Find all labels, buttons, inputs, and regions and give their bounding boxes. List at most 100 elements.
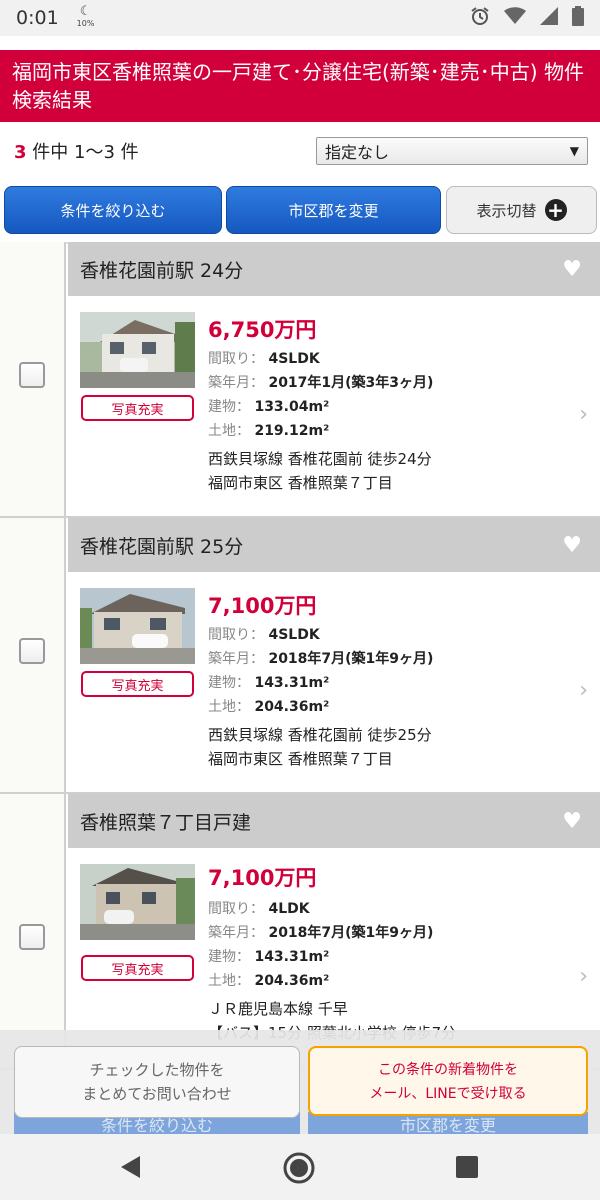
- favorite-heart-icon[interactable]: ♥: [562, 259, 582, 281]
- battery-saver-text: 10%: [76, 19, 95, 28]
- listing-header[interactable]: 香椎照葉７丁目戸建 ♥: [68, 794, 600, 848]
- listing-item[interactable]: 香椎花園前駅 25分 ♥ 写真充実 7,100万円 間取り： 4SLDK 築年月…: [0, 518, 600, 794]
- result-count-suffix: 件中 1〜3 件: [32, 142, 139, 163]
- recents-icon[interactable]: [456, 1156, 478, 1182]
- photo-rich-badge: 写真充実: [81, 671, 194, 697]
- action-buttons: 条件を絞り込む 市区郡を変更 表示切替 +: [0, 186, 600, 236]
- listing-price: 7,100万円: [208, 594, 317, 618]
- bulk-inquiry-line2: まとめてお問い合わせ: [82, 1085, 232, 1103]
- listing-built: 築年月： 2018年7月(築1年9ヶ月): [208, 648, 433, 668]
- listing-item[interactable]: 香椎照葉７丁目戸建 ♥ 写真充実 7,100万円 間取り： 4LDK 築年月： …: [0, 794, 600, 1070]
- listing-checkbox[interactable]: [19, 638, 45, 664]
- bulk-inquiry-button[interactable]: チェックした物件を まとめてお問い合わせ: [14, 1046, 300, 1118]
- change-area-button[interactable]: 市区郡を変更: [226, 186, 441, 234]
- built-label: 築年月：: [208, 375, 264, 391]
- listing-photo[interactable]: [80, 864, 195, 940]
- status-time: 0:01: [16, 7, 59, 29]
- back-icon[interactable]: [118, 1154, 144, 1184]
- listing-header[interactable]: 香椎花園前駅 24分 ♥: [68, 242, 600, 296]
- layout-value: 4SLDK: [268, 627, 320, 643]
- wifi-icon: [504, 6, 526, 30]
- layout-label: 間取り：: [208, 901, 264, 917]
- building-label: 建物：: [208, 675, 250, 691]
- bulk-inquiry-line1: チェックした物件を: [89, 1061, 225, 1079]
- refine-button[interactable]: 条件を絞り込む: [4, 186, 222, 234]
- sort-select-value: 指定なし: [325, 143, 390, 162]
- listing-checkbox[interactable]: [19, 362, 45, 388]
- checkbox-column: [0, 794, 66, 1068]
- page-title: 福岡市東区香椎照葉の一戸建て･分譲住宅(新築･建売･中古) 物件検索結果: [0, 50, 600, 122]
- status-icons: [470, 5, 584, 31]
- photo-rich-badge: 写真充実: [81, 955, 194, 981]
- land-label: 土地：: [208, 699, 250, 715]
- building-label: 建物：: [208, 399, 250, 415]
- battery-saver-indicator: ☾ 10%: [76, 4, 95, 30]
- listing-built: 築年月： 2017年1月(築3年3ヶ月): [208, 372, 433, 392]
- result-count-number: 3: [14, 142, 27, 163]
- system-nav-bar: [0, 1134, 600, 1200]
- home-icon[interactable]: [282, 1151, 316, 1189]
- land-value: 204.36m²: [254, 973, 330, 989]
- building-value: 133.04m²: [254, 399, 330, 415]
- signal-icon: [540, 6, 558, 30]
- listing-built: 築年月： 2018年7月(築1年9ヶ月): [208, 922, 433, 942]
- chevron-right-icon[interactable]: ›: [579, 402, 588, 427]
- layout-label: 間取り：: [208, 351, 264, 367]
- building-value: 143.31m²: [254, 675, 330, 691]
- built-value: 2018年7月(築1年9ヶ月): [268, 651, 434, 667]
- dropdown-arrow-icon: ▼: [569, 144, 579, 158]
- building-label: 建物：: [208, 949, 250, 965]
- built-value: 2017年1月(築3年3ヶ月): [268, 375, 434, 391]
- listing-land-area: 土地： 204.36m²: [208, 696, 329, 716]
- battery-icon: [572, 5, 584, 31]
- layout-label: 間取り：: [208, 627, 264, 643]
- alarm-icon: [470, 6, 490, 31]
- listing-title: 香椎照葉７丁目戸建: [80, 811, 252, 834]
- listing-address: 福岡市東区 香椎照葉７丁目: [208, 750, 393, 768]
- land-value: 219.12m²: [254, 423, 330, 439]
- land-value: 204.36m²: [254, 699, 330, 715]
- land-label: 土地：: [208, 423, 250, 439]
- listing-access: 西鉄貝塚線 香椎花園前 徒歩25分: [208, 726, 432, 744]
- listing-building-area: 建物： 133.04m²: [208, 396, 329, 416]
- favorite-heart-icon[interactable]: ♥: [562, 811, 582, 833]
- checkbox-column: [0, 242, 66, 516]
- photo-rich-badge: 写真充実: [81, 395, 194, 421]
- favorite-heart-icon[interactable]: ♥: [562, 535, 582, 557]
- notify-line1: この条件の新着物件を: [378, 1062, 518, 1078]
- listing-building-area: 建物： 143.31m²: [208, 672, 329, 692]
- listing-photo[interactable]: [80, 312, 195, 388]
- listing-address: 福岡市東区 香椎照葉７丁目: [208, 474, 393, 492]
- listing-title: 香椎花園前駅 25分: [80, 535, 244, 558]
- listing-photo[interactable]: [80, 588, 195, 664]
- listing-access: ＪＲ鹿児島本線 千早: [208, 1000, 348, 1018]
- layout-value: 4LDK: [268, 901, 310, 917]
- listing-land-area: 土地： 204.36m²: [208, 970, 329, 990]
- listing-layout: 間取り： 4LDK: [208, 898, 310, 918]
- new-listing-notify-button[interactable]: この条件の新着物件を メール、LINEで受け取る: [308, 1046, 588, 1116]
- built-value: 2018年7月(築1年9ヶ月): [268, 925, 434, 941]
- listing-layout: 間取り： 4SLDK: [208, 624, 320, 644]
- listing-price: 6,750万円: [208, 318, 317, 342]
- result-count: 3 件中 1〜3 件: [14, 138, 139, 164]
- listing-price: 7,100万円: [208, 866, 317, 890]
- toggle-view-label: 表示切替: [476, 201, 537, 220]
- plus-icon: +: [544, 199, 567, 221]
- building-value: 143.31m²: [254, 949, 330, 965]
- listing-layout: 間取り： 4SLDK: [208, 348, 320, 368]
- listing-checkbox[interactable]: [19, 924, 45, 950]
- toggle-view-button[interactable]: 表示切替 +: [446, 186, 597, 234]
- checkbox-column: [0, 518, 66, 792]
- result-count-row: 3 件中 1〜3 件 指定なし ▼: [0, 128, 600, 174]
- listing-header[interactable]: 香椎花園前駅 25分 ♥: [68, 518, 600, 572]
- moon-icon: ☾: [79, 4, 92, 19]
- listing-title: 香椎花園前駅 24分: [80, 259, 244, 282]
- sort-select[interactable]: 指定なし ▼: [316, 137, 588, 165]
- listing-item[interactable]: 香椎花園前駅 24分 ♥ 写真充実 6,750万円 間取り： 4SLDK 築年月…: [0, 242, 600, 518]
- listing-land-area: 土地： 219.12m²: [208, 420, 329, 440]
- built-label: 築年月：: [208, 651, 264, 667]
- land-label: 土地：: [208, 973, 250, 989]
- chevron-right-icon[interactable]: ›: [579, 964, 588, 989]
- status-bar: 0:01 ☾ 10%: [0, 0, 600, 36]
- chevron-right-icon[interactable]: ›: [579, 678, 588, 703]
